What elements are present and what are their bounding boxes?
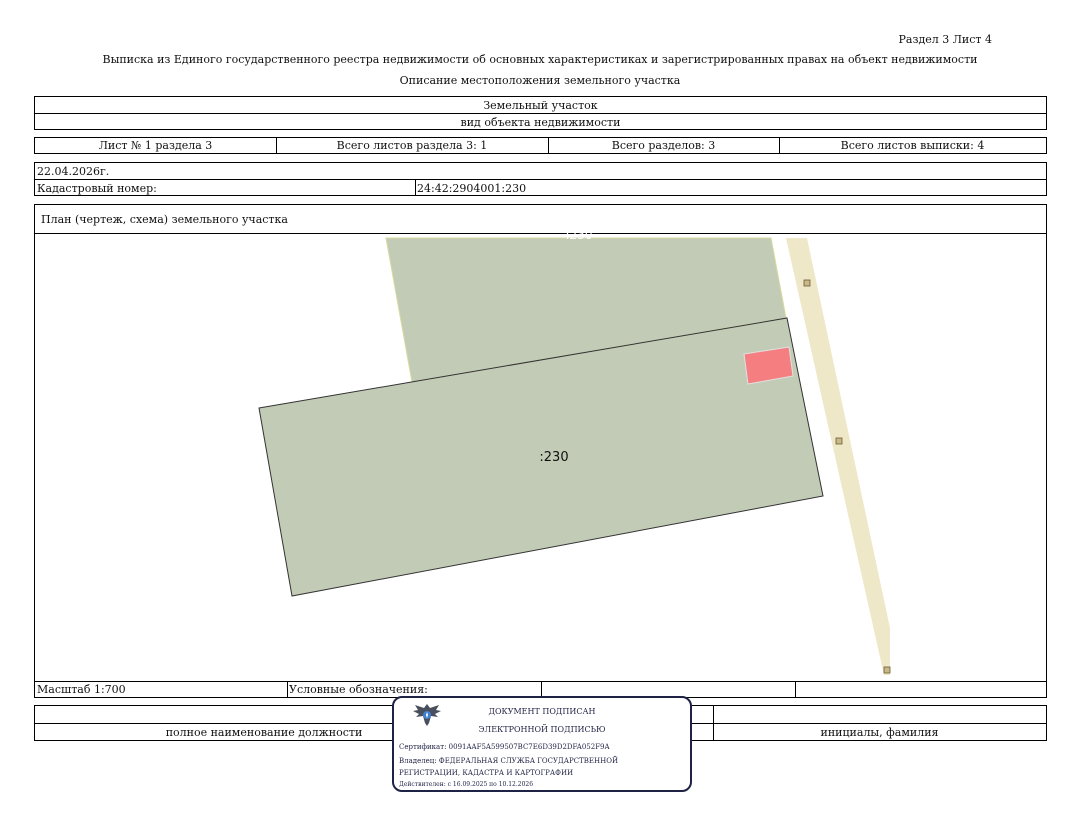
total-section-sheets: Всего листов раздела 3: 1 bbox=[336, 139, 488, 152]
stamp-line-2: ЭЛЕКТРОННОЙ ПОДПИСЬЮ bbox=[478, 725, 606, 734]
section-sheet: Раздел 3 Лист 4 bbox=[898, 33, 992, 46]
plan-title: План (чертеж, схема) земельного участка bbox=[41, 212, 288, 226]
stamp-validity: Действителен: с 16.09.2025 по 10.12.2026 bbox=[399, 781, 534, 788]
info-box: 22.04.2026г. Кадастровый номер: 24:42:29… bbox=[34, 162, 1047, 196]
object-type-caption: вид объекта недвижимости bbox=[460, 115, 621, 129]
cadastral-label: Кадастровый номер: bbox=[37, 181, 157, 195]
main-parcel-label: :230 bbox=[539, 450, 568, 465]
extract-date: 22.04.2026г. bbox=[37, 165, 110, 178]
document-subtitle: Описание местоположения земельного участ… bbox=[399, 74, 681, 87]
plan-svg: :230 :230 bbox=[258, 233, 891, 675]
stamp-owner-1: Владелец: ФЕДЕРАЛЬНАЯ СЛУЖБА ГОСУДАРСТВЕ… bbox=[399, 757, 619, 765]
boundary-marker bbox=[883, 666, 891, 674]
name-caption: инициалы, фамилия bbox=[820, 726, 939, 739]
sheet-of-section: Лист № 1 раздела 3 bbox=[98, 139, 213, 152]
document-title: Выписка из Единого государственного реес… bbox=[102, 53, 978, 66]
stamp-owner-2: РЕГИСТРАЦИИ, КАДАСТРА И КАРТОГРАФИИ bbox=[399, 769, 574, 777]
stamp-certificate: Сертификат: 0091AAF5A599507BC7E6D39D2DFA… bbox=[399, 743, 610, 751]
boundary-marker bbox=[835, 437, 843, 445]
total-extract-sheets: Всего листов выписки: 4 bbox=[840, 139, 985, 152]
object-type: Земельный участок bbox=[483, 99, 598, 112]
sheets-row: Лист № 1 раздела 3 Всего листов раздела … bbox=[34, 137, 1047, 154]
plan-drawing: :230 :230 bbox=[34, 233, 1047, 681]
total-sections: Всего разделов: 3 bbox=[611, 139, 716, 152]
legend-label: Условные обозначения: bbox=[289, 683, 428, 696]
neighbour-parcel-label: :230 bbox=[566, 233, 593, 242]
cadastral-number: 24:42:2904001:230 bbox=[417, 181, 527, 195]
scale-label: Масштаб 1:700 bbox=[37, 683, 126, 696]
stamp-line-1: ДОКУМЕНТ ПОДПИСАН bbox=[488, 707, 596, 716]
object-type-box: Земельный участок вид объекта недвижимос… bbox=[34, 96, 1047, 130]
boundary-marker bbox=[803, 279, 811, 287]
electronic-signature-stamp: ДОКУМЕНТ ПОДПИСАН ЭЛЕКТРОННОЙ ПОДПИСЬЮ С… bbox=[392, 696, 692, 792]
